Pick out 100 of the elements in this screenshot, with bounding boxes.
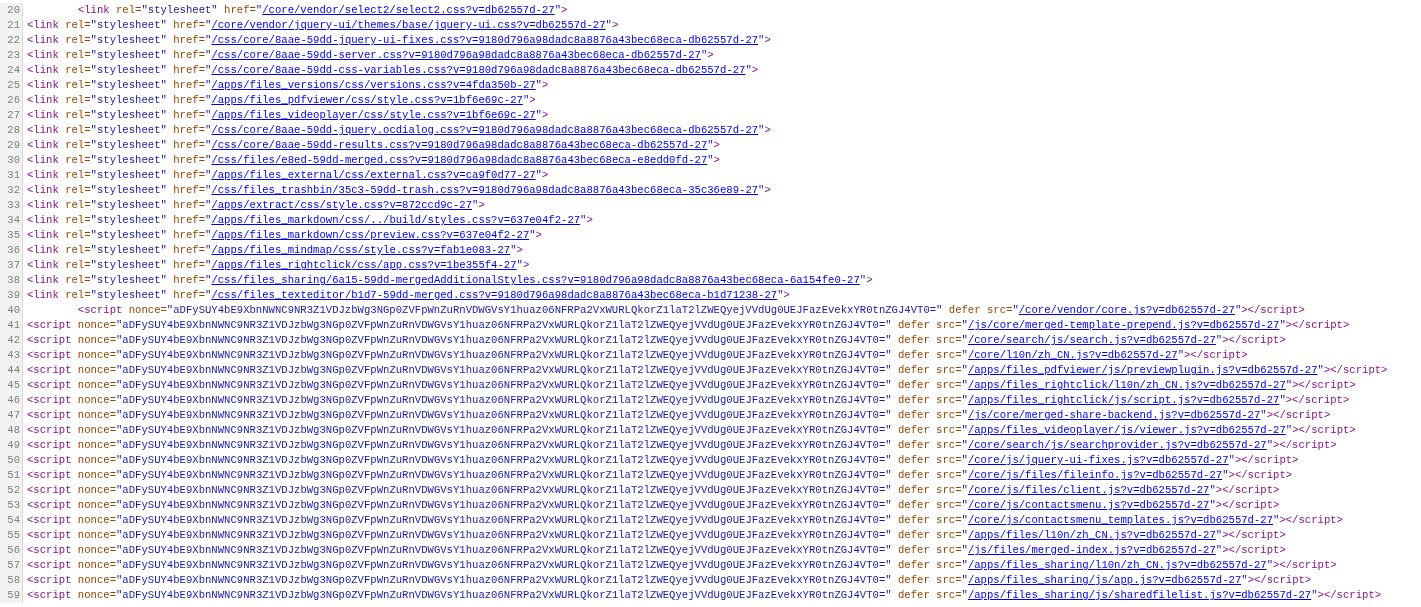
line-number: 36: [0, 243, 23, 258]
line-number: 51: [0, 468, 23, 483]
line-number: 56: [0, 543, 23, 558]
line-number: 41: [0, 318, 23, 333]
code-line: <script nonce="aDFySUY4bE9XbnNWNC9NR3Z1VDJzbWg3NGp0ZVFpWnZuRnVDWGVsY1huaz06NFRPa2VxWURLQkorZ1laT2lZWEQyejVVdUg0UEJFazEvekxYR0tnZGJ4VT0=" defer src="/apps/files_rightclick/l10n/zh_CN.js?v=db62557d-27"></script>: [26, 378, 1356, 393]
line-number: 34: [0, 213, 23, 228]
source-link[interactable]: /apps/files_sharing/js/sharedfilelist.js?v=db62557d-27: [967, 589, 1312, 601]
source-link[interactable]: /core/search/js/search.js?v=db62557d-27: [967, 334, 1216, 346]
source-link[interactable]: /apps/files_markdown/css/../build/styles.css?v=637e04f2-27: [211, 214, 581, 226]
line-number: 25: [0, 78, 23, 93]
source-link[interactable]: /core/vendor/jquery-ui/themes/base/jquery-ui.css?v=db62557d-27: [211, 19, 606, 31]
code-line: <link rel="stylesheet" href="/apps/files_pdfviewer/css/style.css?v=1bf6e69c-27">: [26, 93, 536, 108]
code-line: <link rel="stylesheet" href="/apps/files_external/css/external.css?v=ca9f0d77-27">: [26, 168, 549, 183]
source-link[interactable]: /css/core/8aae-59dd-css-variables.css?v=9180d796a98dadc8a8876a43bec68eca-db62557d-27: [211, 64, 746, 76]
source-link[interactable]: /apps/files_pdfviewer/js/previewplugin.js?v=db62557d-27: [967, 364, 1318, 376]
line-number: 59: [0, 588, 23, 603]
source-link[interactable]: /js/files/merged-index.js?v=db62557d-27: [967, 544, 1216, 556]
source-link[interactable]: /js/core/merged-template-prepend.js?v=db62557d-27: [967, 319, 1280, 331]
line-number: 33: [0, 198, 23, 213]
line-number: 42: [0, 333, 23, 348]
line-number: 58: [0, 573, 23, 588]
code-line: <link rel="stylesheet" href="/css/core/8aae-59dd-server.css?v=9180d796a98dadc8a8876a43bec68eca-db62557d-27">: [26, 48, 714, 63]
code-line: <link rel="stylesheet" href="/css/files_texteditor/b1d7-59dd-merged.css?v=9180d796a98dadc8a8876a43bec68eca-b1d71238-27">: [26, 288, 790, 303]
code-line: <script nonce="aDFySUY4bE9XbnNWNC9NR3Z1VDJzbWg3NGp0ZVFpWnZuRnVDWGVsY1huaz06NFRPa2VxWURLQkorZ1laT2lZWEQyejVVdUg0UEJFazEvekxYR0tnZGJ4VT0=" defer src="/core/js/jquery-ui-fixes.js?v=db62557d-27"></script>: [26, 453, 1299, 468]
code-line: <script nonce="aDFySUY4bE9XbnNWNC9NR3Z1VDJzbWg3NGp0ZVFpWnZuRnVDWGVsY1huaz06NFRPa2VxWURLQkorZ1laT2lZWEQyejVVdUg0UEJFazEvekxYR0tnZGJ4VT0=" defer src="/apps/files_videoplayer/js/viewer.js?v=db62557d-27"></script>: [26, 423, 1356, 438]
code-line: <link rel="stylesheet" href="/apps/files_markdown/css/preview.css?v=637e04f2-27">: [26, 228, 542, 243]
source-link[interactable]: /js/core/merged-share-backend.js?v=db62557d-27: [967, 409, 1261, 421]
code-line: <script nonce="aDFySUY4bE9XbnNWNC9NR3Z1VDJzbWg3NGp0ZVFpWnZuRnVDWGVsY1huaz06NFRPa2VxWURLQkorZ1laT2lZWEQyejVVdUg0UEJFazEvekxYR0tnZGJ4VT0=" defer src="/apps/files_pdfviewer/js/previewplugin.js?v=db62557d-27"></script>: [26, 363, 1388, 378]
code-line: <script nonce="aDFySUY4bE9XbnNWNC9NR3Z1VDJzbWg3NGp0ZVFpWnZuRnVDWGVsY1huaz06NFRPa2VxWURLQkorZ1laT2lZWEQyejVVdUg0UEJFazEvekxYR0tnZGJ4VT0=" defer src="/js/core/merged-template-prepend.js?v=db62557d-27"></script>: [26, 318, 1350, 333]
source-link[interactable]: /apps/files_sharing/l10n/zh_CN.js?v=db62557d-27: [967, 559, 1267, 571]
source-link[interactable]: /core/js/files/client.js?v=db62557d-27: [967, 484, 1210, 496]
source-link[interactable]: /css/files_trashbin/35c3-59dd-trash.css?v=9180d796a98dadc8a8876a43bec68eca-35c36e89-27: [211, 184, 759, 196]
source-link[interactable]: /apps/files_markdown/css/preview.css?v=637e04f2-27: [211, 229, 530, 241]
line-number: 30: [0, 153, 23, 168]
code-line: <script nonce="aDFySUY4bE9XbnNWNC9NR3Z1VDJzbWg3NGp0ZVFpWnZuRnVDWGVsY1huaz06NFRPa2VxWURLQkorZ1laT2lZWEQyejVVdUg0UEJFazEvekxYR0tnZGJ4VT0=" defer src="/apps/files_sharing/l10n/zh_CN.js?v=db62557d-27"></script>: [26, 558, 1337, 573]
line-number: 40: [0, 303, 23, 318]
source-link[interactable]: /apps/files_versions/css/versions.css?v=4fda350b-27: [211, 79, 536, 91]
source-link[interactable]: /apps/files_mindmap/css/style.css?v=fab1e083-27: [211, 244, 511, 256]
line-number: 32: [0, 183, 23, 198]
source-link[interactable]: /apps/files_rightclick/js/script.js?v=db62557d-27: [967, 394, 1280, 406]
source-link[interactable]: /apps/files_sharing/js/app.js?v=db62557d-27: [967, 574, 1242, 586]
line-number: 37: [0, 258, 23, 273]
code-line: <link rel="stylesheet" href="/apps/files_videoplayer/css/style.css?v=1bf6e69c-27">: [26, 108, 549, 123]
code-line: <script nonce="aDFySUY4bE9XbnNWNC9NR3Z1VDJzbWg3NGp0ZVFpWnZuRnVDWGVsY1huaz06NFRPa2VxWURLQkorZ1laT2lZWEQyejVVdUg0UEJFazEvekxYR0tnZGJ4VT0=" defer src="/core/search/js/searchprovider.js?v=db62557d-27"></script>: [26, 438, 1337, 453]
line-number: 57: [0, 558, 23, 573]
source-link[interactable]: /css/core/8aae-59dd-server.css?v=9180d796a98dadc8a8876a43bec68eca-db62557d-27: [211, 49, 701, 61]
code-line: <link rel="stylesheet" href="/apps/files_markdown/css/../build/styles.css?v=637e04f2-27">: [26, 213, 593, 228]
source-link[interactable]: /apps/extract/css/style.css?v=872ccd9c-27: [211, 199, 473, 211]
line-number: 28: [0, 123, 23, 138]
line-number: 44: [0, 363, 23, 378]
code-line: <script nonce="aDFySUY4bE9XbnNWNC9NR3Z1VDJzbWg3NGp0ZVFpWnZuRnVDWGVsY1huaz06NFRPa2VxWURLQkorZ1laT2lZWEQyejVVdUg0UEJFazEvekxYR0tnZGJ4VT0=" defer src="/core/search/js/search.js?v=db62557d-27"></script>: [26, 333, 1286, 348]
line-number: 50: [0, 453, 23, 468]
line-number: 55: [0, 528, 23, 543]
code-line: <script nonce="aDFySUY4bE9XbnNWNC9NR3Z1VDJzbWg3NGp0ZVFpWnZuRnVDWGVsY1huaz06NFRPa2VxWURLQkorZ1laT2lZWEQyejVVdUg0UEJFazEvekxYR0tnZGJ4VT0=" defer src="/core/js/contactsmenu.js?v=db62557d-27"></script>: [26, 498, 1280, 513]
line-number: 48: [0, 423, 23, 438]
code-line: <link rel="stylesheet" href="/apps/files_versions/css/versions.css?v=4fda350b-27">: [26, 78, 549, 93]
source-link[interactable]: /apps/files_videoplayer/css/style.css?v=1bf6e69c-27: [211, 109, 536, 121]
source-link[interactable]: /core/js/files/fileinfo.js?v=db62557d-27: [967, 469, 1223, 481]
source-link[interactable]: /apps/files_external/css/external.css?v=ca9f0d77-27: [211, 169, 536, 181]
line-number: 27: [0, 108, 23, 123]
code-line: <script nonce="aDFySUY4bE9XbnNWNC9NR3Z1VDJzbWg3NGp0ZVFpWnZuRnVDWGVsY1huaz06NFRPa2VxWURLQkorZ1laT2lZWEQyejVVdUg0UEJFazEvekxYR0tnZGJ4VT0=" defer src="/apps/files_sharing/js/app.js?v=db62557d-27"></script>: [26, 573, 1312, 588]
code-line: <script nonce="aDFySUY4bE9XbnNWNC9NR3Z1VDJzbWg3NGp0ZVFpWnZuRnVDWGVsY1huaz06NFRPa2VxWURLQkorZ1laT2lZWEQyejVVdUg0UEJFazEvekxYR0tnZGJ4VT0=" defer src="/core/js/files/client.js?v=db62557d-27"></script>: [26, 483, 1280, 498]
line-number: 52: [0, 483, 23, 498]
line-number: 39: [0, 288, 23, 303]
code-line: <script nonce="aDFySUY4bE9XbnNWNC9NR3Z1VDJzbWg3NGp0ZVFpWnZuRnVDWGVsY1huaz06NFRPa2VxWURLQkorZ1laT2lZWEQyejVVdUg0UEJFazEvekxYR0tnZGJ4VT0=" defer src="/js/core/merged-share-backend.js?v=db62557d-27"></script>: [26, 408, 1331, 423]
code-line: <link rel="stylesheet" href="/css/core/8aae-59dd-css-variables.css?v=9180d796a98dadc8a8876a43bec68eca-db62557d-27">: [26, 63, 759, 78]
source-link[interactable]: /apps/files_rightclick/l10n/zh_CN.js?v=db62557d-27: [967, 379, 1286, 391]
source-link[interactable]: /css/files_sharing/6a15-59dd-mergedAdditionalStyles.css?v=9180d796a98dadc8a8876a43bec68eca-6a154fe0-27: [211, 274, 860, 286]
source-link[interactable]: /apps/files_pdfviewer/css/style.css?v=1bf6e69c-27: [211, 94, 523, 106]
source-link[interactable]: /css/files_texteditor/b1d7-59dd-merged.css?v=9180d796a98dadc8a8876a43bec68eca-b1d71238-27: [211, 289, 778, 301]
line-number: 46: [0, 393, 23, 408]
line-number: 24: [0, 63, 23, 78]
source-link[interactable]: /css/files/e8ed-59dd-merged.css?v=9180d796a98dadc8a8876a43bec68eca-e8edd0fd-27: [211, 154, 708, 166]
source-link[interactable]: /core/js/contactsmenu_templates.js?v=db62557d-27: [967, 514, 1274, 526]
code-line: <link rel="stylesheet" href="/core/vendor/jquery-ui/themes/base/jquery-ui.css?v=db62557d-27">: [26, 18, 619, 33]
source-link[interactable]: /apps/files_videoplayer/js/viewer.js?v=db62557d-27: [967, 424, 1286, 436]
source-link[interactable]: /css/core/8aae-59dd-jquery.ocdialog.css?v=9180d796a98dadc8a8876a43bec68eca-db62557d-27: [211, 124, 759, 136]
source-link[interactable]: /css/core/8aae-59dd-jquery-ui-fixes.css?v=9180d796a98dadc8a8876a43bec68eca-db62557d-27: [211, 34, 759, 46]
code-line: <script nonce="aDFySUY4bE9XbnNWNC9NR3Z1VDJzbWg3NGp0ZVFpWnZuRnVDWGVsY1huaz06NFRPa2VxWURLQkorZ1laT2lZWEQyejVVdUg0UEJFazEvekxYR0tnZGJ4VT0=" defer src="/core/l10n/zh_CN.js?v=db62557d-27"></script>: [26, 348, 1248, 363]
code-line: <script nonce="aDFySUY4bE9XbnNWNC9NR3Z1VDJzbWg3NGp0ZVFpWnZuRnVDWGVsY1huaz06NFRPa2VxWURLQkorZ1laT2lZWEQyejVVdUg0UEJFazEvekxYR0tnZGJ4VT0=" defer src="/core/js/contactsmenu_templates.js?v=db62557d-27"></script>: [26, 513, 1343, 528]
source-link[interactable]: /core/l10n/zh_CN.js?v=db62557d-27: [967, 349, 1178, 361]
source-link[interactable]: /core/js/contactsmenu.js?v=db62557d-27: [967, 499, 1210, 511]
source-link[interactable]: /apps/files_rightclick/css/app.css?v=1be355f4-27: [211, 259, 517, 271]
line-number: 54: [0, 513, 23, 528]
source-link[interactable]: /core/vendor/select2/select2.css?v=db62557d-27: [262, 4, 555, 16]
source-link[interactable]: /core/js/jquery-ui-fixes.js?v=db62557d-27: [967, 454, 1229, 466]
source-link[interactable]: /apps/files/l10n/zh_CN.js?v=db62557d-27: [967, 529, 1216, 541]
line-number: 35: [0, 228, 23, 243]
line-number: 47: [0, 408, 23, 423]
source-link[interactable]: /core/vendor/core.js?v=db62557d-27: [1018, 304, 1235, 316]
code-line: <script nonce="aDFySUY4bE9XbnNWNC9NR3Z1VDJzbWg3NGp0ZVFpWnZuRnVDWGVsY1huaz06NFRPa2VxWURLQkorZ1laT2lZWEQyejVVdUg0UEJFazEvekxYR0tnZGJ4VT0=" defer src="/core/vendor/core.js?v=db62557d-27"></script>: [76, 303, 1305, 318]
code-line: <script nonce="aDFySUY4bE9XbnNWNC9NR3Z1VDJzbWg3NGp0ZVFpWnZuRnVDWGVsY1huaz06NFRPa2VxWURLQkorZ1laT2lZWEQyejVVdUg0UEJFazEvekxYR0tnZGJ4VT0=" defer src="/apps/files_sharing/js/sharedfilelist.js?v=db62557d-27"></script>: [26, 588, 1382, 603]
code-line: <script nonce="aDFySUY4bE9XbnNWNC9NR3Z1VDJzbWg3NGp0ZVFpWnZuRnVDWGVsY1huaz06NFRPa2VxWURLQkorZ1laT2lZWEQyejVVdUg0UEJFazEvekxYR0tnZGJ4VT0=" defer src="/core/js/files/fileinfo.js?v=db62557d-27"></script>: [26, 468, 1293, 483]
code-line: <script nonce="aDFySUY4bE9XbnNWNC9NR3Z1VDJzbWg3NGp0ZVFpWnZuRnVDWGVsY1huaz06NFRPa2VxWURLQkorZ1laT2lZWEQyejVVdUg0UEJFazEvekxYR0tnZGJ4VT0=" defer src="/apps/files/l10n/zh_CN.js?v=db62557d-27"></script>: [26, 528, 1286, 543]
line-number: 29: [0, 138, 23, 153]
code-line: <link rel="stylesheet" href="/css/files_trashbin/35c3-59dd-trash.css?v=9180d796a98dadc8a8876a43bec68eca-35c36e89-27">: [26, 183, 771, 198]
source-link[interactable]: /core/search/js/searchprovider.js?v=db62557d-27: [967, 439, 1267, 451]
source-link[interactable]: /css/core/8aae-59dd-results.css?v=9180d796a98dadc8a8876a43bec68eca-db62557d-27: [211, 139, 708, 151]
code-line: <link rel="stylesheet" href="/css/core/8aae-59dd-jquery-ui-fixes.css?v=9180d796a98dadc8a8876a43bec68eca-db62557d-27">: [26, 33, 771, 48]
line-number: 53: [0, 498, 23, 513]
